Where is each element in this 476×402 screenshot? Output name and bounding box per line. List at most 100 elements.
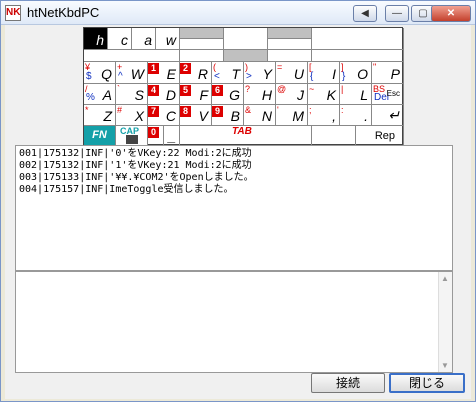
key-c[interactable]: 7C [148,105,180,126]
minimize-icon[interactable]: — [385,5,409,22]
key-number: 7 [148,106,159,117]
window-title: htNetKbdPC [27,5,100,20]
key-r[interactable]: 2R [180,62,212,84]
key-[interactable]: ;, [308,105,340,126]
key-shift-symbol: } [342,71,346,82]
key-g[interactable]: 6G [212,84,244,105]
key-v[interactable]: 8V [180,105,212,126]
key-label: G [229,87,240,103]
key-i[interactable]: [{I [308,62,340,84]
app-window: NK htNetKbdPC ◀ — ▢ ✕ h c a w FN CAP 0 _… [0,0,476,402]
key-m[interactable]: ' M [276,105,308,126]
gray-cell [268,28,312,39]
key-shift-symbol: < [214,71,220,82]
key-l[interactable]: | L [340,84,372,105]
blank-cell [268,39,312,50]
rep-key[interactable]: Rep [356,126,404,146]
key-label: Q [101,66,112,82]
key-label: W [130,66,144,82]
tab-key[interactable]: TAB [180,126,312,146]
key-label: h [96,32,104,48]
log-area[interactable]: 001|175132|INF|'0'をVKey:22 Modi:2に成功 002… [15,145,453,271]
key-h[interactable]: h [84,28,108,50]
key-p[interactable]: " P [372,62,404,84]
scroll-up-icon[interactable]: ▲ [441,274,449,283]
log-line: 002|175132|INF|'1'をVKey:21 Modi:2に成功 [19,160,252,171]
key-a[interactable]: a [132,28,156,50]
key-f[interactable]: 5F [180,84,212,105]
key-a[interactable]: /% A [84,84,116,105]
key-label: c [121,32,128,48]
key-c[interactable]: c [108,28,132,50]
blank-cell [312,50,404,62]
key-label: a [144,32,152,48]
key-label: T [231,66,240,82]
key-[interactable]: :. [340,105,372,126]
key-shift-symbol: % [86,92,95,103]
key-number: 5 [180,85,191,96]
cap-arrow-icon [126,135,138,144]
key-shift-symbol: $ [86,71,92,82]
key-k[interactable]: ~ K [308,84,340,105]
key-z[interactable]: * Z [84,105,116,126]
key-alt-symbol: | [341,84,344,94]
title-bar[interactable]: NK htNetKbdPC ◀ — ▢ ✕ [1,1,475,25]
key-e[interactable]: 1E [148,62,180,84]
key-label: Y [262,66,272,82]
key-label: , [332,108,336,124]
key-label: A [102,87,112,103]
key-d[interactable]: 4D [148,84,180,105]
log-line: 003|175133|INF|'¥¥.¥COM2'をOpenしました。 [19,172,254,183]
blank-cell [268,50,312,62]
key-[interactable]: ↵ [372,105,404,126]
key-underscore[interactable]: _ [164,126,180,146]
blank-cell [180,39,224,50]
key-label: ↵ [388,107,400,123]
connect-button[interactable]: 接続 [311,373,385,393]
key-h[interactable]: ? H [244,84,276,105]
key-esc[interactable]: BS Del Esc [372,84,404,105]
key-label: F [199,87,208,103]
key-label: C [165,108,176,124]
key-w[interactable]: w [156,28,180,50]
key-y[interactable]: ) > Y [244,62,276,84]
key-t[interactable]: (< T [212,62,244,84]
key-label: I [332,66,336,82]
key-number: 9 [212,106,223,117]
key-label: J [297,87,304,103]
key-label: . [364,108,368,124]
key-number: 6 [212,85,223,96]
key-w[interactable]: + ^ W [116,62,148,84]
key-alt-symbol: # [117,105,123,115]
blank-cell [312,28,404,50]
key-alt-symbol: ? [245,84,251,94]
key-label: Esc [386,89,400,98]
scroll-down-icon[interactable]: ▼ [441,361,449,370]
key-shift-symbol: ^ [118,71,123,82]
back-icon[interactable]: ◀ [353,5,377,22]
log-line: 001|175132|INF|'0'をVKey:22 Modi:2に成功 [19,148,252,159]
key-label: _ [168,128,176,144]
key-x[interactable]: # X [116,105,148,126]
key-n[interactable]: & N [244,105,276,126]
tab-label: TAB [232,126,252,137]
close-icon[interactable]: ✕ [431,5,471,22]
key-b[interactable]: 9B [212,105,244,126]
key-j[interactable]: @ J [276,84,308,105]
key-zero[interactable]: 0 [148,126,164,146]
key-label: L [360,87,368,103]
key-u[interactable]: = U [276,62,308,84]
cap-key[interactable]: CAP [116,126,148,146]
input-textarea[interactable]: ▲ ▼ [15,271,453,373]
fn-key[interactable]: FN [84,126,116,146]
key-s[interactable]: ` S [116,84,148,105]
key-q[interactable]: ¥ $ Q [84,62,116,84]
close-button[interactable]: 閉じる [389,373,465,393]
blank-cell [224,28,268,50]
key-o[interactable]: ]} O [340,62,372,84]
key-label: N [261,108,272,124]
app-logo-icon: NK [5,5,21,21]
key-label: X [134,108,144,124]
key-number: 2 [180,63,191,74]
scrollbar[interactable]: ▲ ▼ [438,272,452,372]
